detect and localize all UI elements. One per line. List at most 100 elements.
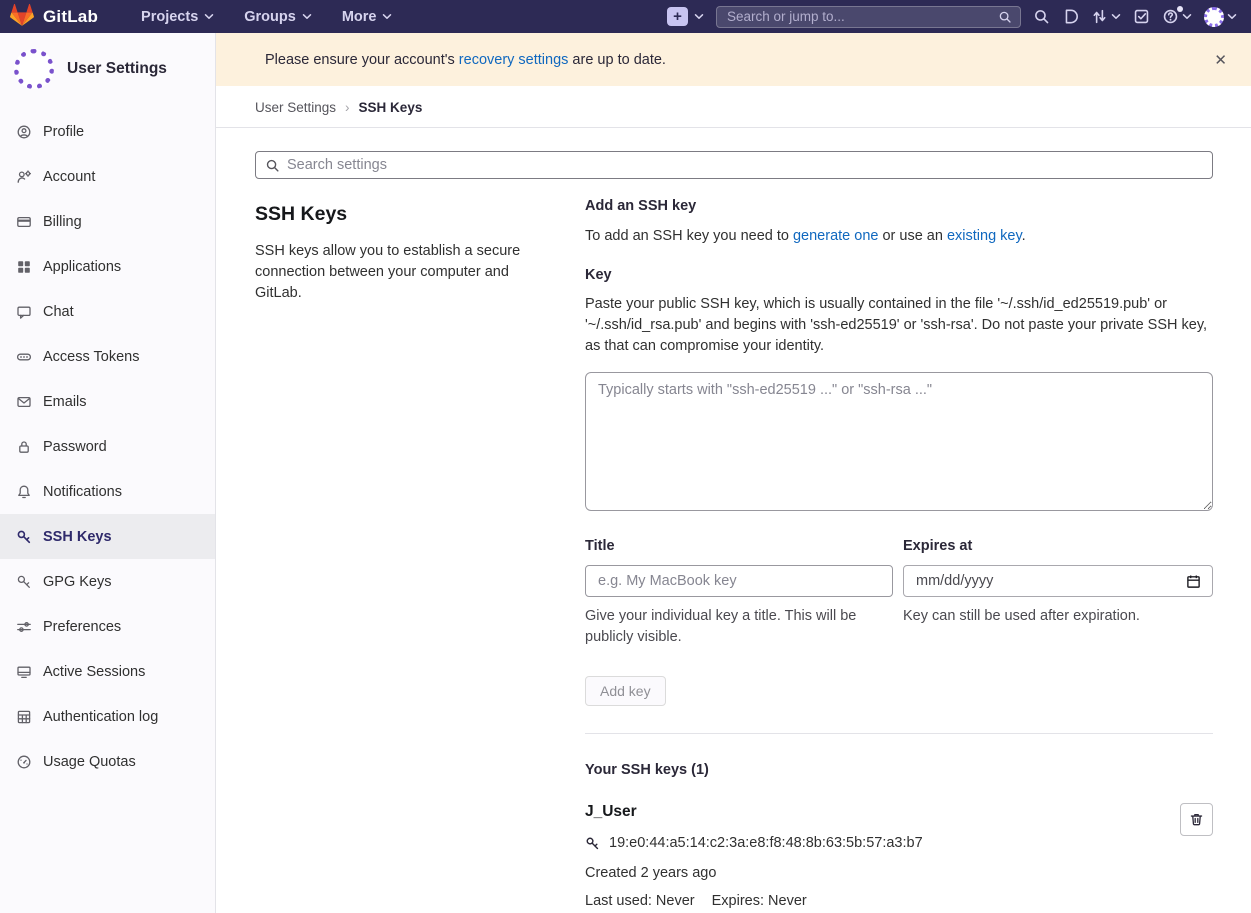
user-avatar (14, 49, 54, 89)
billing-icon (16, 214, 32, 230)
section-form: Add an SSH key To add an SSH key you nee… (585, 198, 1213, 909)
date-placeholder: mm/dd/yyyy (916, 573, 1186, 589)
nav-groups-menu[interactable]: Groups (229, 0, 327, 33)
add-key-button[interactable]: Add key (585, 676, 666, 706)
breadcrumb-ssh-keys: SSH Keys (359, 100, 423, 115)
alert-text: Please ensure your account's recovery se… (265, 52, 666, 68)
main-panel: Please ensure your account's recovery se… (216, 33, 1251, 913)
ssh-key-list-item: J_User 19:e0:44:a5:14:c2:3a:e8:f8:48:8b:… (585, 803, 1213, 909)
sidebar-item-profile[interactable]: Profile (0, 109, 215, 154)
chevron-down-icon (382, 13, 392, 20)
key-field-help: Paste your public SSH key, which is usua… (585, 294, 1213, 357)
user-menu-dropdown[interactable] (1204, 7, 1237, 27)
user-avatar[interactable] (1204, 7, 1224, 27)
issues-button[interactable] (1062, 8, 1079, 25)
expires-at-input[interactable]: mm/dd/yyyy (903, 565, 1213, 597)
password-lock-icon (16, 439, 32, 455)
usage-quotas-gauge-icon (16, 754, 32, 770)
navbar-menu: Projects Groups More (126, 0, 407, 33)
sidebar-item-notifications[interactable]: Notifications (0, 469, 215, 514)
chevron-down-icon (1227, 13, 1237, 20)
chevron-down-icon (1111, 13, 1121, 20)
sidebar-item-usage-quotas[interactable]: Usage Quotas (0, 739, 215, 784)
page-description: SSH keys allow you to establish a secure… (255, 241, 537, 304)
sidebar-item-account[interactable]: Account (0, 154, 215, 199)
trash-icon (1189, 812, 1204, 827)
ssh-key-expires: Expires: Never (712, 893, 807, 909)
new-item-dropdown[interactable]: + (667, 7, 704, 26)
global-search-box[interactable] (716, 6, 1021, 28)
page-title: SSH Keys (255, 203, 537, 226)
settings-sidebar: User Settings Profile (0, 33, 216, 913)
expires-field-label: Expires at (903, 538, 1213, 554)
merge-request-icon (1091, 8, 1108, 25)
help-dropdown[interactable] (1162, 8, 1192, 25)
search-icon (265, 158, 280, 173)
plus-icon[interactable]: + (667, 7, 688, 26)
sidebar-item-ssh-keys[interactable]: SSH Keys (0, 514, 215, 559)
account-icon (16, 169, 32, 185)
chevron-down-icon (302, 13, 312, 20)
sidebar-item-chat[interactable]: Chat (0, 289, 215, 334)
navbar-right-cluster: + (667, 6, 1237, 28)
add-ssh-key-heading: Add an SSH key (585, 198, 1213, 214)
sidebar-nav-list: Profile Account Bill (0, 109, 215, 784)
emails-icon (16, 394, 32, 410)
todo-list-button[interactable] (1133, 8, 1150, 25)
sidebar-item-gpg-keys[interactable]: GPG Keys (0, 559, 215, 604)
sidebar-item-applications[interactable]: Applications (0, 244, 215, 289)
gpg-keys-icon (16, 574, 32, 590)
nav-projects-menu[interactable]: Projects (126, 0, 229, 33)
nav-more-menu[interactable]: More (327, 0, 408, 33)
generate-one-link[interactable]: generate one (793, 228, 878, 244)
chat-icon (16, 304, 32, 320)
your-ssh-keys-heading: Your SSH keys (1) (585, 762, 1213, 778)
todo-check-icon (1133, 8, 1150, 25)
ssh-key-textarea[interactable] (585, 372, 1213, 511)
key-icon (585, 836, 600, 851)
ssh-key-info: J_User 19:e0:44:a5:14:c2:3a:e8:f8:48:8b:… (585, 803, 1180, 909)
global-search-input[interactable] (725, 8, 992, 25)
issues-icon (1062, 8, 1079, 25)
chevron-down-icon (204, 13, 214, 20)
settings-search-input[interactable] (255, 151, 1213, 179)
sidebar-item-emails[interactable]: Emails (0, 379, 215, 424)
calendar-icon[interactable] (1186, 574, 1201, 589)
recovery-settings-alert: Please ensure your account's recovery se… (216, 33, 1251, 86)
ssh-key-name: J_User (585, 803, 1180, 821)
key-title-input[interactable] (585, 565, 893, 597)
settings-search-box[interactable] (255, 151, 1213, 179)
ssh-key-last-used: Last used: Never (585, 893, 695, 909)
existing-key-link[interactable]: existing key (947, 228, 1022, 244)
breadcrumb-user-settings[interactable]: User Settings (255, 100, 336, 115)
preferences-sliders-icon (16, 619, 32, 635)
key-field-label: Key (585, 267, 1213, 283)
sidebar-item-password[interactable]: Password (0, 424, 215, 469)
notifications-bell-icon (16, 484, 32, 500)
navbar-search-button[interactable] (1033, 8, 1050, 25)
delete-key-button[interactable] (1180, 803, 1213, 836)
section-summary: SSH Keys SSH keys allow you to establish… (255, 198, 537, 909)
sidebar-item-billing[interactable]: Billing (0, 199, 215, 244)
content-area: User Settings › SSH Keys SSH Keys SSH ke… (216, 86, 1251, 913)
notification-dot (1177, 6, 1183, 12)
close-icon[interactable]: ✕ (1206, 47, 1235, 73)
chevron-down-icon (694, 13, 704, 20)
profile-icon (16, 124, 32, 140)
ssh-key-fingerprint: 19:e0:44:a5:14:c2:3a:e8:f8:48:8b:63:5b:5… (609, 835, 923, 851)
merge-requests-dropdown[interactable] (1091, 8, 1121, 25)
sidebar-item-active-sessions[interactable]: Active Sessions (0, 649, 215, 694)
title-field-label: Title (585, 538, 893, 554)
gitlab-home-link[interactable]: GitLab (10, 3, 98, 31)
sidebar-item-preferences[interactable]: Preferences (0, 604, 215, 649)
sidebar-header: User Settings (0, 33, 215, 101)
sidebar-item-authentication-log[interactable]: Authentication log (0, 694, 215, 739)
search-icon (1033, 8, 1050, 25)
recovery-settings-link[interactable]: recovery settings (459, 52, 569, 68)
breadcrumb-bar: User Settings › SSH Keys (216, 86, 1251, 128)
active-sessions-monitor-icon (16, 664, 32, 680)
add-ssh-key-intro: To add an SSH key you need to generate o… (585, 228, 1213, 244)
gitlab-tanuki-logo-icon (10, 3, 34, 31)
ssh-key-fingerprint-row: 19:e0:44:a5:14:c2:3a:e8:f8:48:8b:63:5b:5… (585, 835, 1180, 851)
sidebar-item-access-tokens[interactable]: Access Tokens (0, 334, 215, 379)
